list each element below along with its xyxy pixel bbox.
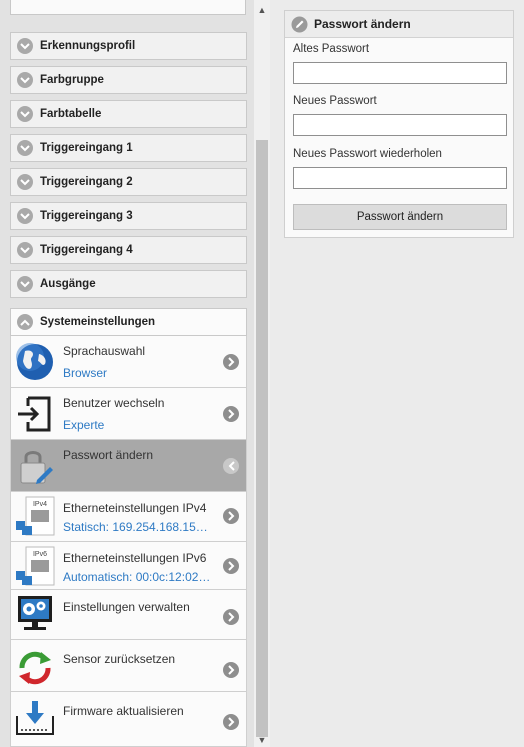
chevron-left-icon: [223, 458, 239, 474]
section-farbgruppe[interactable]: Farbgruppe: [10, 66, 247, 94]
network-ipv6-icon: IPv6: [15, 546, 55, 586]
ipv6-icon-label: IPv6: [33, 551, 47, 558]
change-password-button[interactable]: Passwort ändern: [293, 204, 507, 230]
item-title: Etherneteinstellungen IPv4: [63, 501, 207, 515]
reset-arrows-icon: [15, 648, 55, 688]
chevron-down-icon: [17, 72, 33, 88]
old-password-label: Altes Passwort: [293, 43, 370, 55]
item-title: Einstellungen verwalten: [63, 600, 190, 614]
section-triggereingang-3[interactable]: Triggereingang 3: [10, 202, 247, 230]
previous-section-stub: [10, 0, 246, 15]
chevron-down-icon: [17, 106, 33, 122]
section-erkennungsprofil[interactable]: Erkennungsprofil: [10, 32, 247, 60]
chevron-down-icon: [17, 242, 33, 258]
scroll-up-icon[interactable]: ▲: [254, 3, 270, 17]
item-subtitle: Statisch: 169.254.168.150:...: [63, 520, 211, 534]
chevron-right-icon: [223, 558, 239, 574]
chevron-right-icon: [223, 508, 239, 524]
sidebar-item-benutzer-wechseln[interactable]: Benutzer wechseln Experte: [10, 388, 247, 440]
sidebar-item-einstellungen-verwalten[interactable]: Einstellungen verwalten: [10, 590, 247, 640]
section-triggereingang-1[interactable]: Triggereingang 1: [10, 134, 247, 162]
new-password-label: Neues Passwort: [293, 95, 377, 107]
chevron-right-icon: [223, 354, 239, 370]
item-title: Sensor zurücksetzen: [63, 652, 176, 666]
panel-header: Passwort ändern: [285, 11, 513, 38]
section-label: Triggereingang 4: [40, 244, 133, 256]
chevron-down-icon: [17, 276, 33, 292]
firmware-download-icon: [15, 698, 55, 738]
item-title: Benutzer wechseln: [63, 396, 165, 410]
section-label: Farbgruppe: [40, 74, 104, 86]
repeat-password-field[interactable]: [293, 167, 507, 189]
item-subtitle: Experte: [63, 418, 105, 432]
chevron-down-icon: [17, 140, 33, 156]
sidebar-item-sensor-zuruecksetzen[interactable]: Sensor zurücksetzen: [10, 640, 247, 692]
pencil-icon: [291, 16, 308, 33]
section-triggereingang-4[interactable]: Triggereingang 4: [10, 236, 247, 264]
section-label: Triggereingang 1: [40, 142, 133, 154]
ipv4-icon-label: IPv4: [33, 501, 47, 508]
user-switch-icon: [15, 394, 55, 434]
new-password-field[interactable]: [293, 114, 507, 136]
password-panel: Passwort ändern Altes Passwort Neues Pas…: [284, 10, 514, 238]
item-title: Sprachauswahl: [63, 344, 146, 358]
sidebar-item-ethernet-ipv6[interactable]: IPv6 Etherneteinstellungen IPv6 Automati…: [10, 542, 247, 590]
globe-icon: [15, 342, 55, 382]
item-title: Etherneteinstellungen IPv6: [63, 551, 207, 565]
section-ausgaenge[interactable]: Ausgänge: [10, 270, 247, 298]
chevron-right-icon: [223, 662, 239, 678]
chevron-down-icon: [17, 38, 33, 54]
chevron-down-icon: [17, 174, 33, 190]
section-farbtabelle[interactable]: Farbtabelle: [10, 100, 247, 128]
section-systemeinstellungen[interactable]: Systemeinstellungen: [10, 308, 247, 336]
section-label: Farbtabelle: [40, 108, 102, 120]
chevron-up-icon: [17, 314, 33, 330]
section-label: Systemeinstellungen: [40, 316, 156, 328]
chevron-right-icon: [223, 406, 239, 422]
section-label: Ausgänge: [40, 278, 96, 290]
repeat-password-label: Neues Passwort wiederholen: [293, 148, 442, 160]
sidebar-scrollbar[interactable]: ▲ ▼: [254, 0, 270, 747]
chevron-down-icon: [17, 208, 33, 224]
section-triggereingang-2[interactable]: Triggereingang 2: [10, 168, 247, 196]
item-title: Firmware aktualisieren: [63, 704, 184, 718]
scroll-down-icon[interactable]: ▼: [254, 733, 270, 747]
item-subtitle: Automatisch: 00:0c:12:02:1...: [63, 570, 211, 584]
lock-pen-icon: [15, 446, 55, 486]
panel-title: Passwort ändern: [314, 17, 411, 31]
sidebar-item-firmware-aktualisieren[interactable]: Firmware aktualisieren: [10, 692, 247, 747]
sidebar-item-sprachauswahl[interactable]: Sprachauswahl Browser: [10, 336, 247, 388]
sidebar-item-passwort-aendern[interactable]: Passwort ändern: [10, 440, 247, 492]
old-password-field[interactable]: [293, 62, 507, 84]
section-label: Erkennungsprofil: [40, 40, 136, 52]
chevron-right-icon: [223, 609, 239, 625]
sidebar-item-ethernet-ipv4[interactable]: IPv4 Etherneteinstellungen IPv4 Statisch…: [10, 492, 247, 542]
network-ipv4-icon: IPv4: [15, 496, 55, 536]
settings-monitor-icon: [15, 593, 55, 633]
sidebar: Erkennungsprofil Farbgruppe Farbtabelle …: [0, 0, 254, 747]
section-label: Triggereingang 3: [40, 210, 133, 222]
chevron-right-icon: [223, 714, 239, 730]
scroll-thumb[interactable]: [256, 140, 268, 737]
item-title: Passwort ändern: [63, 448, 154, 462]
section-label: Triggereingang 2: [40, 176, 133, 188]
item-subtitle: Browser: [63, 366, 108, 380]
